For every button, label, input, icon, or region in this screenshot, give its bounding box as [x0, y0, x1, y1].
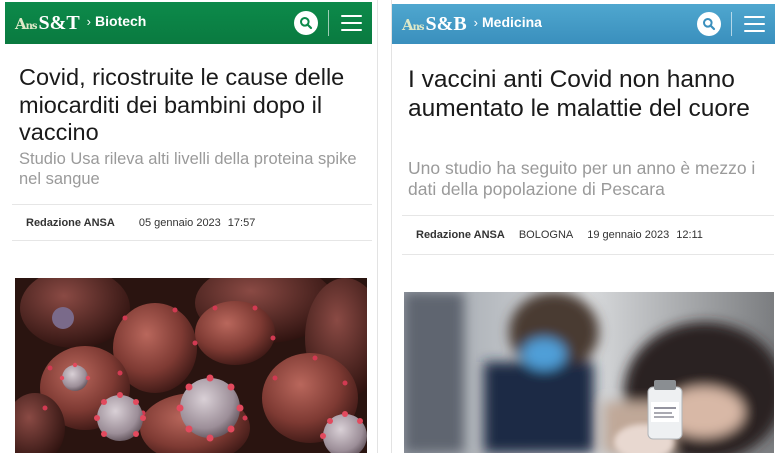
coronavirus-microscopy-image — [15, 278, 367, 453]
hamburger-menu-icon[interactable] — [744, 16, 765, 32]
publish-time: 12:11 — [676, 229, 703, 241]
header-bar: Ans S&B › Medicina — [392, 4, 775, 44]
section-link[interactable]: Medicina — [482, 14, 542, 30]
search-button[interactable] — [294, 11, 318, 35]
publish-date: 05 gennaio 2023 — [138, 216, 221, 229]
site-logo[interactable]: Ans S&B — [402, 13, 467, 36]
article-image[interactable] — [404, 292, 774, 453]
hamburger-menu-icon[interactable] — [341, 15, 362, 31]
article-panel-medicina: Ans S&B › Medicina I vaccini anti Covid … — [391, 0, 775, 453]
article-subtitle: Uno studio ha seguito per un anno è mezz… — [408, 158, 756, 199]
site-logo[interactable]: Ans S&T — [15, 12, 80, 35]
section-link[interactable]: Biotech — [95, 13, 146, 29]
header-divider — [328, 10, 329, 36]
search-icon — [703, 18, 716, 31]
vaccine-vial-photo — [404, 292, 774, 453]
search-icon — [300, 17, 313, 30]
article-panel-biotech: Ans S&T › Biotech Covid, ricostruite le … — [0, 0, 378, 453]
logo-text: S&T — [38, 11, 80, 34]
chevron-right-icon: › — [473, 14, 479, 30]
header-bar: Ans S&T › Biotech — [5, 2, 372, 44]
logo-text: S&B — [425, 12, 467, 35]
header-divider — [731, 12, 732, 36]
chevron-right-icon: › — [86, 13, 92, 29]
ansa-logo-mark: Ans — [402, 15, 425, 34]
ansa-logo-mark: Ans — [15, 14, 38, 33]
author: Redazione ANSA — [26, 216, 115, 229]
publish-time: 17:57 — [227, 216, 256, 229]
article-meta: Redazione ANSA 05 gennaio 2023 17:57 — [12, 204, 372, 241]
dateline-location: BOLOGNA — [518, 229, 574, 241]
article-headline: Covid, ricostruite le cause delle miocar… — [19, 64, 345, 146]
search-button[interactable] — [697, 12, 721, 36]
article-meta: Redazione ANSA BOLOGNA 19 gennaio 2023 1… — [402, 215, 774, 255]
publish-date: 19 gennaio 2023 — [587, 229, 670, 241]
article-headline: I vaccini anti Covid non hanno aumentato… — [408, 66, 750, 122]
article-image[interactable] — [15, 278, 367, 453]
article-subtitle: Studio Usa rileva alti livelli della pro… — [19, 150, 357, 188]
author: Redazione ANSA — [416, 229, 505, 241]
